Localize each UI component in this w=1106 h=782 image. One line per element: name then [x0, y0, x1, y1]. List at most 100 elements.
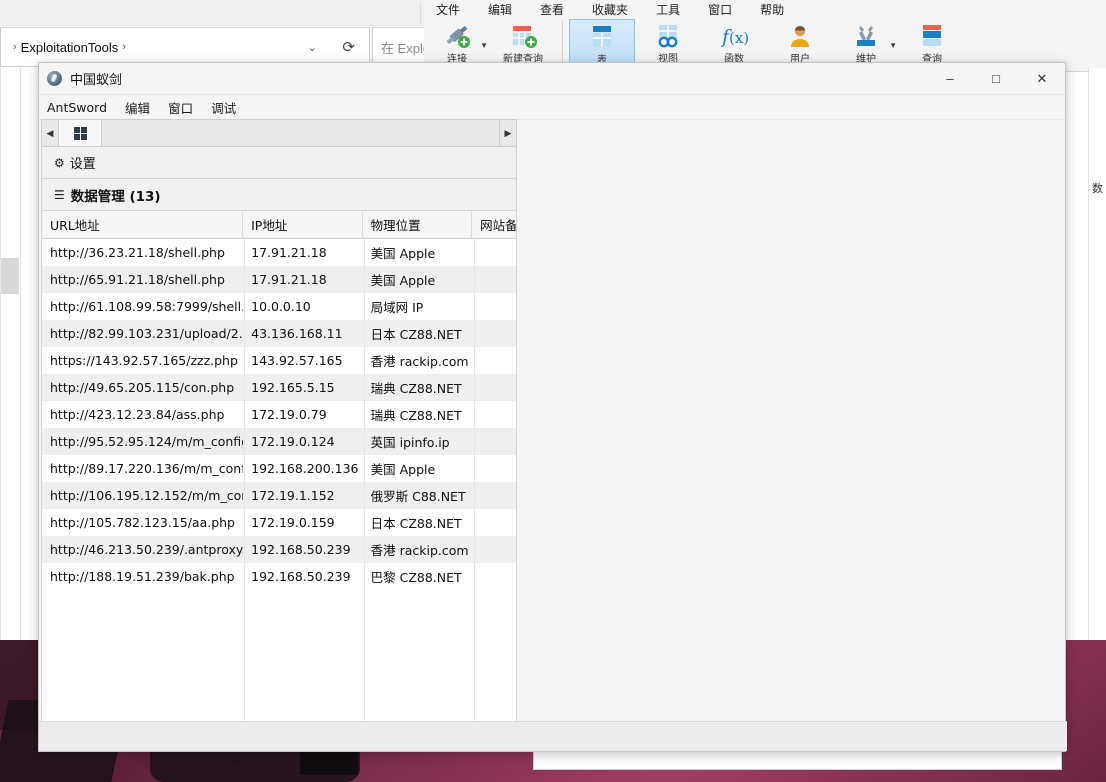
cell-ip: 172.19.1.152	[243, 482, 363, 509]
table-row[interactable]: http://61.108.99.58:7999/shell.ph 10.0.0…	[42, 293, 516, 320]
menu-item-debug[interactable]: 调试	[211, 98, 236, 117]
data-manager-header[interactable]: ☰ 数据管理 (13)	[41, 179, 517, 211]
menu-item-edit[interactable]: 编辑	[488, 1, 512, 18]
explorer-left-pane	[1, 68, 19, 640]
cell-note	[472, 347, 516, 374]
menu-item-favorites[interactable]: 收藏夹	[592, 1, 628, 18]
cell-ip: 10.0.0.10	[243, 293, 363, 320]
menu-item-window[interactable]: 窗口	[708, 1, 732, 18]
grid-icon	[74, 127, 87, 140]
right-side-strip: 数	[1088, 68, 1106, 640]
cell-ip: 192.168.50.239	[243, 536, 363, 563]
cell-url: http://105.782.123.15/aa.php	[42, 509, 243, 536]
antsword-menu-bar: AntSword 编辑 窗口 调试	[39, 95, 1065, 120]
tab-bar-empty-area	[102, 120, 500, 146]
column-header-location[interactable]: 物理位置	[363, 211, 473, 238]
cell-url: http://65.91.21.18/shell.php	[42, 266, 243, 293]
tab-scroll-left-icon[interactable]: ◀	[42, 120, 58, 146]
table-row[interactable]: http://36.23.21.18/shell.php 17.91.21.18…	[42, 239, 516, 266]
list-icon: ☰	[54, 188, 65, 202]
table-row[interactable]: http://188.19.51.239/bak.php 192.168.50.…	[42, 563, 516, 590]
menu-item-window[interactable]: 窗口	[168, 98, 193, 117]
chevron-down-icon[interactable]: ⌄	[308, 41, 317, 54]
antsword-title-bar: 中国蚁剑 – □ ✕	[39, 63, 1065, 95]
cell-ip: 192.168.200.136	[243, 455, 363, 482]
column-header-url[interactable]: URL地址	[42, 211, 243, 238]
table-row[interactable]: http://46.213.50.239/.antproxy.ph 192.16…	[42, 536, 516, 563]
cell-location: 美国 Apple	[363, 455, 473, 482]
chevron-down-icon[interactable]: ▼	[480, 41, 488, 50]
menu-item-tools[interactable]: 工具	[656, 1, 680, 18]
table-row[interactable]: http://82.99.103.231/upload/2.ph 43.136.…	[42, 320, 516, 347]
menu-item-antsword[interactable]: AntSword	[47, 100, 107, 115]
cell-ip: 192.165.5.15	[243, 374, 363, 401]
cell-ip: 172.19.0.159	[243, 509, 363, 536]
column-header-ip[interactable]: IP地址	[243, 211, 363, 238]
cell-note	[472, 266, 516, 293]
table-row[interactable]: https://143.92.57.165/zzz.php 143.92.57.…	[42, 347, 516, 374]
cell-url: http://423.12.23.84/ass.php	[42, 401, 243, 428]
menu-item-file[interactable]: 文件	[436, 1, 460, 18]
cell-location: 瑞典 CZ88.NET	[363, 401, 473, 428]
breadcrumb-label[interactable]: ExploitationTools	[21, 40, 119, 55]
window-title: 中国蚁剑	[70, 69, 122, 88]
table-icon	[587, 24, 617, 50]
maximize-button[interactable]: □	[973, 63, 1019, 94]
breadcrumb[interactable]: › ExploitationTools › ⌄ ⟳	[0, 27, 370, 67]
fx-icon: f (x)	[719, 23, 749, 49]
explorer-pane-separator	[20, 68, 21, 640]
tab-scroll-right-icon[interactable]: ▶	[500, 120, 516, 146]
data-manager-label: 数据管理 (13)	[71, 185, 161, 205]
cell-note	[472, 509, 516, 536]
table-row[interactable]: http://89.17.220.136/m/m_config 192.168.…	[42, 455, 516, 482]
column-header-note[interactable]: 网站备注	[472, 211, 516, 238]
toolbar-separator	[562, 21, 563, 65]
cell-url: http://49.65.205.115/con.php	[42, 374, 243, 401]
menu-item-view[interactable]: 查看	[540, 1, 564, 18]
cell-ip: 17.91.21.18	[243, 266, 363, 293]
breadcrumb-trailing-chevron-icon: ›	[122, 41, 126, 53]
cell-note	[472, 536, 516, 563]
table-add-icon	[508, 23, 538, 49]
antsword-status-bar	[39, 721, 1067, 751]
cell-note	[472, 401, 516, 428]
cell-note	[472, 455, 516, 482]
cell-note	[472, 320, 516, 347]
cell-location: 巴黎 CZ88.NET	[363, 563, 473, 590]
tools-icon	[851, 23, 881, 49]
close-button[interactable]: ✕	[1019, 63, 1065, 94]
cell-note	[472, 293, 516, 320]
table-row[interactable]: http://65.91.21.18/shell.php 17.91.21.18…	[42, 266, 516, 293]
tab-dashboard[interactable]	[58, 120, 102, 146]
minimize-button[interactable]: –	[927, 63, 973, 94]
table-row[interactable]: http://49.65.205.115/con.php 192.165.5.1…	[42, 374, 516, 401]
cell-ip: 17.91.21.18	[243, 239, 363, 266]
cell-ip: 143.92.57.165	[243, 347, 363, 374]
table-row[interactable]: http://106.195.12.152/m/m_confi 172.19.1…	[42, 482, 516, 509]
shell-table: URL地址 IP地址 物理位置 网站备注 http://36.23.21.18/…	[41, 211, 517, 749]
cell-note	[472, 428, 516, 455]
cell-ip: 43.136.168.11	[243, 320, 363, 347]
cell-note	[472, 482, 516, 509]
refresh-icon[interactable]: ⟳	[342, 38, 355, 56]
menu-bar: 文件 编辑 查看 收藏夹 工具 窗口 帮助	[424, 0, 1106, 18]
cell-ip: 172.19.0.79	[243, 401, 363, 428]
plug-add-icon	[442, 23, 472, 49]
table-row[interactable]: http://105.782.123.15/aa.php 172.19.0.15…	[42, 509, 516, 536]
table-row[interactable]: http://423.12.23.84/ass.php 172.19.0.79 …	[42, 401, 516, 428]
menu-item-edit[interactable]: 编辑	[125, 98, 150, 117]
svg-text:(x): (x)	[729, 29, 749, 47]
table-header-row: URL地址 IP地址 物理位置 网站备注	[42, 211, 516, 239]
cell-location: 英国 ipinfo.ip	[363, 428, 473, 455]
cell-url: http://82.99.103.231/upload/2.ph	[42, 320, 243, 347]
breadcrumb-leading-chevron-icon: ›	[13, 41, 17, 53]
cell-location: 俄罗斯 C88.NET	[363, 482, 473, 509]
cell-location: 日本 CZ88.NET	[363, 509, 473, 536]
cell-location: 美国 Apple	[363, 239, 473, 266]
menu-item-help[interactable]: 帮助	[760, 1, 784, 18]
cell-location: 瑞典 CZ88.NET	[363, 374, 473, 401]
chevron-down-icon[interactable]: ▼	[889, 41, 897, 50]
table-row[interactable]: http://95.52.95.124/m/m_config.p 172.19.…	[42, 428, 516, 455]
settings-row[interactable]: ⚙ 设置	[41, 147, 517, 179]
view-icon	[653, 23, 683, 49]
